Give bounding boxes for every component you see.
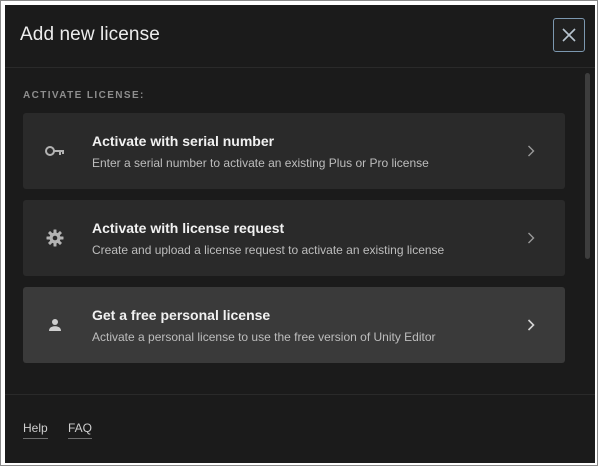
chevron-right-icon xyxy=(523,317,539,333)
option-serial-number[interactable]: Activate with serial number Enter a seri… xyxy=(23,113,565,189)
option-personal-license[interactable]: Get a free personal license Activate a p… xyxy=(23,287,565,363)
help-link[interactable]: Help xyxy=(23,421,48,439)
option-license-request[interactable]: Activate with license request Create and… xyxy=(23,200,565,276)
screenshot-frame: Add new license ACTIVATE LICENSE: Activa… xyxy=(0,0,598,466)
dialog-footer: Help FAQ xyxy=(5,394,595,463)
section-label: ACTIVATE LICENSE: xyxy=(23,90,145,101)
add-license-dialog: Add new license ACTIVATE LICENSE: Activa… xyxy=(5,5,595,463)
option-description: Enter a serial number to activate an exi… xyxy=(92,156,429,170)
faq-link[interactable]: FAQ xyxy=(68,421,93,439)
option-description: Activate a personal license to use the f… xyxy=(92,330,436,344)
dialog-body: ACTIVATE LICENSE: Activate with serial n… xyxy=(5,68,595,394)
gear-icon xyxy=(45,228,65,248)
option-title: Get a free personal license xyxy=(92,307,271,323)
scrollbar-thumb[interactable] xyxy=(585,73,590,259)
close-icon xyxy=(562,28,576,42)
dialog-title: Add new license xyxy=(20,24,160,45)
key-icon xyxy=(45,141,65,161)
chevron-right-icon xyxy=(523,143,539,159)
chevron-right-icon xyxy=(523,230,539,246)
option-title: Activate with license request xyxy=(92,220,285,236)
person-icon xyxy=(45,315,65,335)
close-button[interactable] xyxy=(553,18,585,52)
option-description: Create and upload a license request to a… xyxy=(92,243,445,257)
dialog-header: Add new license xyxy=(5,5,595,68)
option-title: Activate with serial number xyxy=(92,133,275,149)
